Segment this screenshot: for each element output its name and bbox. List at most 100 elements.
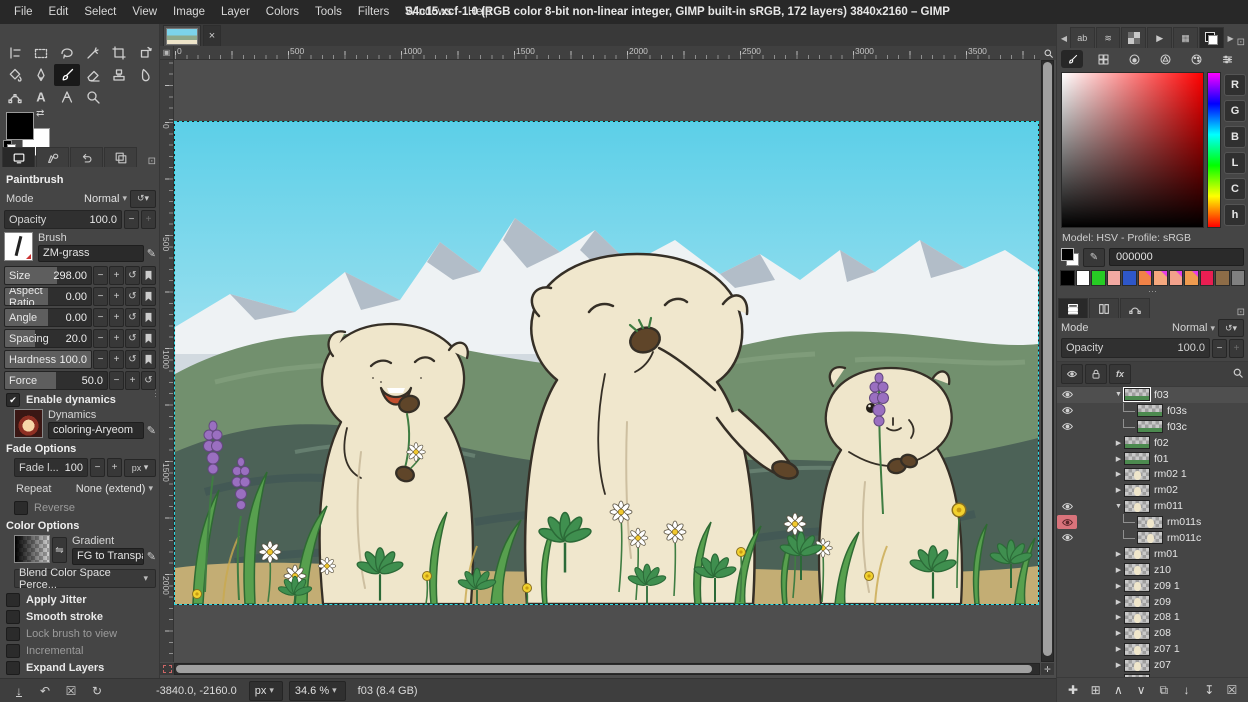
checkbox-icon[interactable]	[6, 593, 20, 607]
gradient-name-field[interactable]: FG to Transpar	[72, 548, 144, 565]
layer-row[interactable]: f03s	[1057, 403, 1248, 419]
increase-button[interactable]: +	[109, 329, 124, 348]
slider-aspect-ratio[interactable]: Aspect Ratio0.00−+↺	[4, 287, 156, 306]
effects-icon[interactable]: fx	[1109, 364, 1131, 384]
layer-expander-icon[interactable]: ▶	[1113, 629, 1124, 637]
layer-row[interactable]: ▶rm01	[1057, 546, 1248, 562]
fade-length-value[interactable]: 100	[65, 462, 83, 474]
lower-layer-button[interactable]: ∨	[1131, 681, 1151, 699]
tab-layers[interactable]	[1058, 298, 1088, 318]
layer-visibility-toggle[interactable]	[1057, 595, 1077, 609]
free-select-tool[interactable]	[54, 42, 80, 64]
palette-swatch[interactable]	[1060, 270, 1075, 286]
layer-thumbnail[interactable]	[1137, 516, 1163, 529]
layer-name[interactable]: z08	[1154, 627, 1171, 639]
layer-visibility-toggle[interactable]	[1057, 642, 1077, 656]
hscroll-thumb[interactable]	[176, 665, 1032, 673]
edit-color-icon[interactable]: ✎	[1083, 248, 1105, 267]
layer-expander-icon[interactable]: ▶	[1113, 486, 1124, 494]
checkbox-icon[interactable]	[6, 644, 20, 658]
layer-visibility-toggle[interactable]	[1057, 420, 1077, 434]
decrease-button[interactable]: −	[93, 329, 108, 348]
palette-swatch[interactable]	[1138, 270, 1153, 286]
layer-opacity-decrease[interactable]: −	[1212, 339, 1227, 358]
rectangle-select-tool[interactable]	[28, 42, 54, 64]
layer-expander-icon[interactable]: ▶	[1113, 455, 1124, 463]
tab-fg-bg-color[interactable]	[1199, 27, 1224, 48]
saturation-value-square[interactable]	[1061, 72, 1204, 228]
channel-button-L[interactable]: L	[1224, 152, 1246, 174]
slider-track[interactable]: Aspect Ratio0.00	[4, 287, 92, 306]
zoom-tool[interactable]	[80, 86, 106, 108]
layer-name[interactable]: rm011	[1154, 500, 1183, 512]
layer-row[interactable]: ▼f03	[1057, 387, 1248, 403]
unified-transform-tool[interactable]	[132, 42, 158, 64]
menu-view[interactable]: View	[124, 0, 165, 24]
vertical-ruler[interactable]: 0500100015002000	[160, 60, 174, 662]
layer-visibility-toggle[interactable]	[1057, 499, 1077, 513]
layer-thumbnail[interactable]	[1137, 420, 1163, 433]
fade-length-row[interactable]: Fade l... 100 − + px ▾	[14, 458, 156, 477]
opacity-row[interactable]: Opacity 100.0 − +	[4, 210, 156, 229]
opacity-decrease-button[interactable]: −	[124, 210, 139, 229]
layer-name[interactable]: rm02 1	[1154, 468, 1187, 480]
panel-grip[interactable]: ⋮	[151, 388, 159, 399]
layer-row[interactable]: rm011c	[1057, 530, 1248, 546]
layer-name[interactable]: f03s	[1167, 405, 1187, 417]
layer-visibility-toggle[interactable]	[1057, 467, 1077, 481]
link-to-brush-icon[interactable]	[141, 329, 156, 348]
layer-thumbnail[interactable]	[1124, 674, 1150, 677]
layer-thumbnail[interactable]	[1124, 611, 1150, 624]
layer-visibility-toggle[interactable]	[1057, 515, 1077, 529]
layer-row[interactable]: ▶ rm02	[1057, 482, 1248, 498]
layer-opacity-row[interactable]: Opacity 100.0 − +	[1061, 338, 1244, 358]
layer-row[interactable]: ▼ rm011	[1057, 498, 1248, 514]
reset-icon[interactable]: ↺	[125, 308, 140, 327]
palette-swatch[interactable]	[1076, 270, 1091, 286]
edit-dynamics-icon[interactable]: ✎	[147, 424, 156, 437]
layer-visibility-toggle[interactable]	[1057, 388, 1077, 402]
layer-row[interactable]: ▶z09 1	[1057, 578, 1248, 594]
canvas-image[interactable]	[175, 122, 1038, 604]
reset-icon[interactable]: ↺	[125, 266, 140, 285]
layer-thumbnail[interactable]	[1124, 627, 1150, 640]
layer-thumbnail[interactable]	[1124, 500, 1150, 513]
palette-swatch[interactable]	[1153, 270, 1168, 286]
palette-selector[interactable]	[1185, 50, 1207, 68]
text-tool[interactable]: A	[28, 86, 54, 108]
layer-thumbnail[interactable]	[1124, 452, 1150, 465]
hue-bar[interactable]	[1207, 72, 1221, 228]
reset-preset-button[interactable]: ↻	[84, 684, 110, 698]
next-tabs-arrow[interactable]: ▶	[1225, 28, 1237, 48]
layer-expander-icon[interactable]: ▼	[1113, 391, 1124, 398]
wheel-selector[interactable]	[1154, 50, 1176, 68]
checkbox-icon[interactable]	[14, 501, 28, 515]
image-tab[interactable]	[163, 25, 201, 46]
layer-name[interactable]: rm01	[1154, 548, 1178, 560]
layer-thumbnail[interactable]	[1124, 579, 1150, 592]
layer-name[interactable]: f03c	[1167, 421, 1187, 433]
gradient-reverse-button[interactable]: ⇋	[52, 537, 67, 563]
layer-visibility-toggle[interactable]	[1057, 658, 1077, 672]
layer-name[interactable]: rm011s	[1167, 516, 1201, 528]
anchor-layer-button[interactable]: ↧	[1199, 681, 1219, 699]
layer-visibility-toggle[interactable]	[1057, 452, 1077, 466]
link-to-brush-icon[interactable]	[141, 287, 156, 306]
dock-menu-icon[interactable]: ⊡	[1237, 37, 1245, 48]
blend-space-dropdown[interactable]: Blend Color Space Perce... ▾	[14, 569, 156, 588]
layer-name[interactable]: f02	[1154, 437, 1169, 449]
zoom-dropdown[interactable]: 34.6 %▾	[289, 681, 346, 701]
fade-unit-dropdown[interactable]: px ▾	[124, 459, 156, 477]
layer-name[interactable]: rm02	[1154, 484, 1178, 496]
delete-layer-button[interactable]: ☒	[1222, 681, 1242, 699]
palette-swatch[interactable]	[1215, 270, 1230, 286]
dock-tab-undo-history[interactable]	[70, 147, 103, 167]
layer-expander-icon[interactable]: ▼	[1113, 503, 1124, 510]
layer-name[interactable]: rm011c	[1167, 532, 1201, 544]
menu-tools[interactable]: Tools	[307, 0, 350, 24]
layer-name[interactable]: z09 1	[1154, 580, 1180, 592]
clone-tool[interactable]	[106, 64, 132, 86]
checkbox-icon[interactable]	[6, 661, 20, 675]
layer-thumbnail[interactable]	[1124, 547, 1150, 560]
checkbox-icon[interactable]: ✔	[6, 393, 20, 407]
